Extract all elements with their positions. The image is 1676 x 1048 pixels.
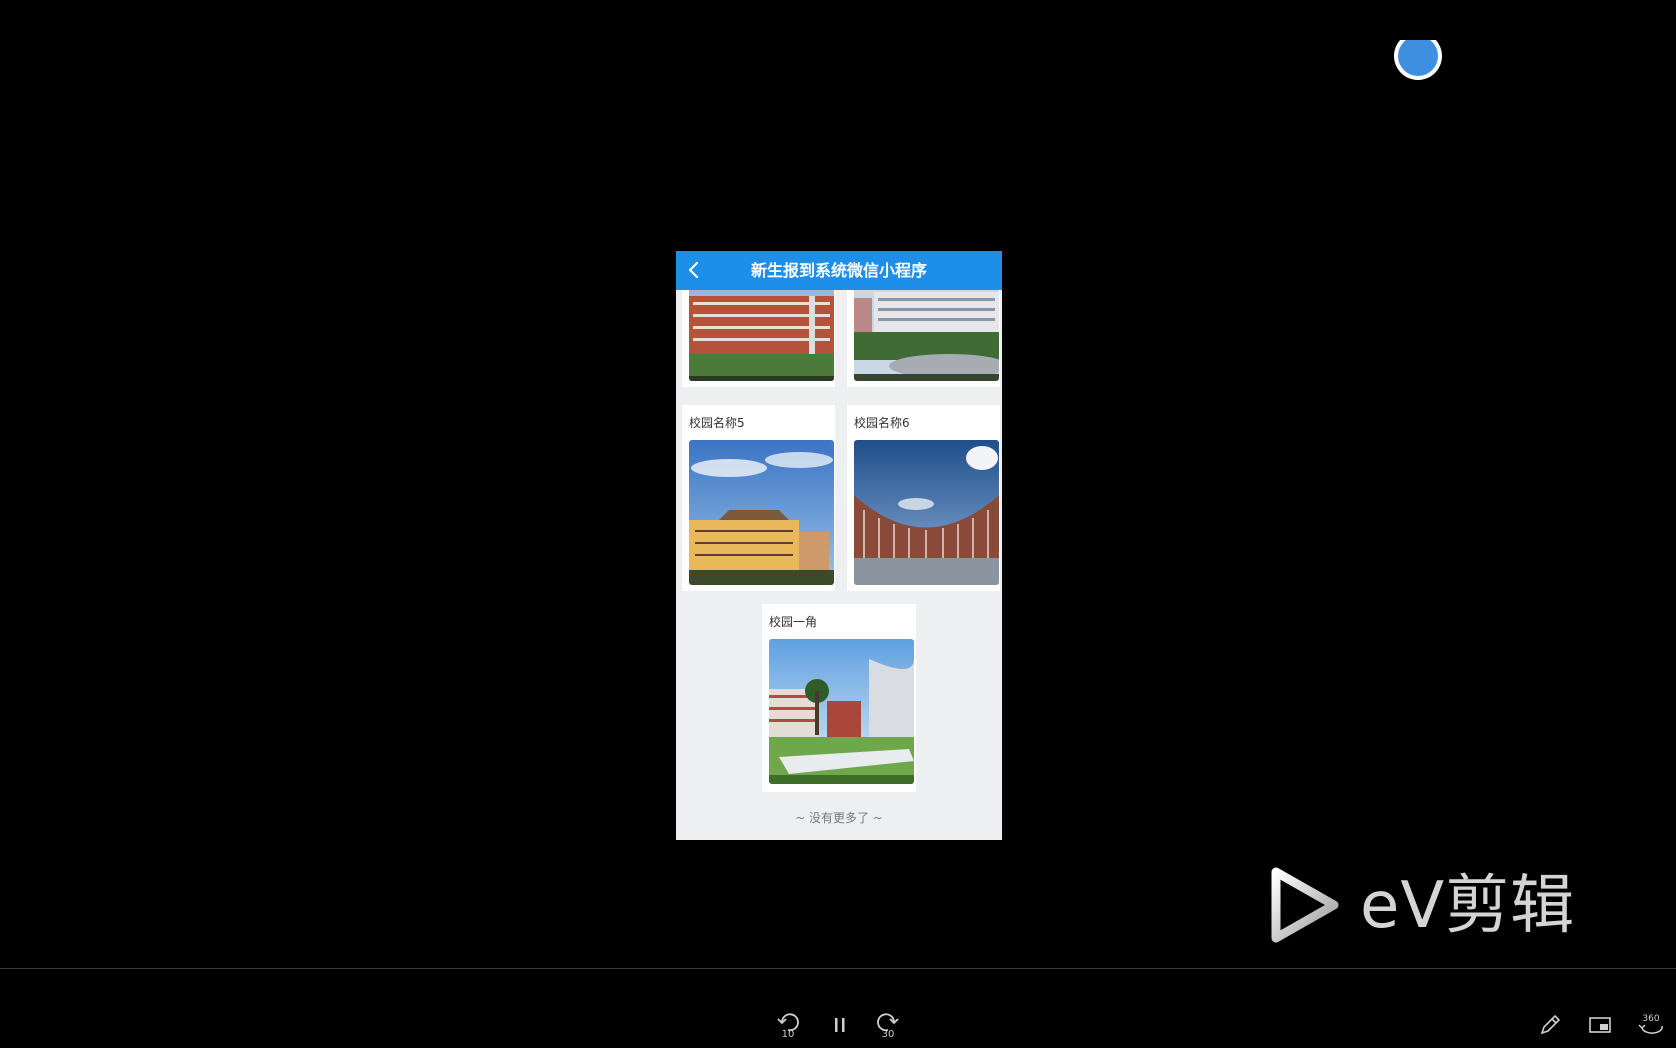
pen-icon bbox=[1540, 1014, 1561, 1035]
rewind-seconds: 10 bbox=[781, 1029, 795, 1040]
campus-photo bbox=[769, 639, 914, 784]
campus-name: 校园一角 bbox=[769, 615, 818, 629]
page-title: 新生报到系统微信小程序 bbox=[750, 261, 927, 280]
rotate-360-button[interactable]: 360 bbox=[1636, 1012, 1666, 1042]
campus-photo bbox=[854, 440, 999, 585]
campus-photo bbox=[854, 288, 999, 381]
pause-icon bbox=[835, 1018, 845, 1032]
avatar bbox=[1394, 40, 1442, 82]
campus-card[interactable]: 校园一角 bbox=[762, 604, 916, 792]
campus-card[interactable] bbox=[682, 288, 835, 387]
forward-seconds: 30 bbox=[881, 1029, 895, 1040]
no-more-text: ~ 没有更多了 ~ bbox=[795, 811, 883, 825]
campus-name: 校园名称5 bbox=[689, 416, 745, 430]
rewind-10-button[interactable]: 10 bbox=[775, 1012, 801, 1042]
rotate-label: 360 bbox=[1642, 1014, 1660, 1024]
forward-30-button[interactable]: 30 bbox=[875, 1012, 901, 1042]
phone-screen: 校园名称5 校园名称6 校园一角 ~ 没有更多了 ~ 新生报到系统微信小程序 bbox=[676, 251, 1002, 840]
campus-card[interactable]: 校园名称6 bbox=[847, 405, 1000, 591]
campus-photo bbox=[689, 440, 834, 585]
pause-button[interactable] bbox=[831, 1015, 849, 1035]
picture-in-picture-icon bbox=[1589, 1017, 1611, 1033]
campus-name: 校园名称6 bbox=[854, 416, 910, 430]
watermark-text: eV剪辑 bbox=[1360, 869, 1576, 943]
campus-photo bbox=[689, 288, 834, 381]
campus-card[interactable] bbox=[847, 288, 1000, 387]
nav-bar: 新生报到系统微信小程序 bbox=[676, 251, 1002, 290]
pip-button[interactable] bbox=[1588, 1015, 1612, 1035]
campus-card[interactable]: 校园名称5 bbox=[682, 405, 835, 591]
play-logo-icon bbox=[1270, 866, 1340, 944]
pen-button[interactable] bbox=[1538, 1013, 1562, 1037]
player-divider bbox=[0, 968, 1676, 969]
